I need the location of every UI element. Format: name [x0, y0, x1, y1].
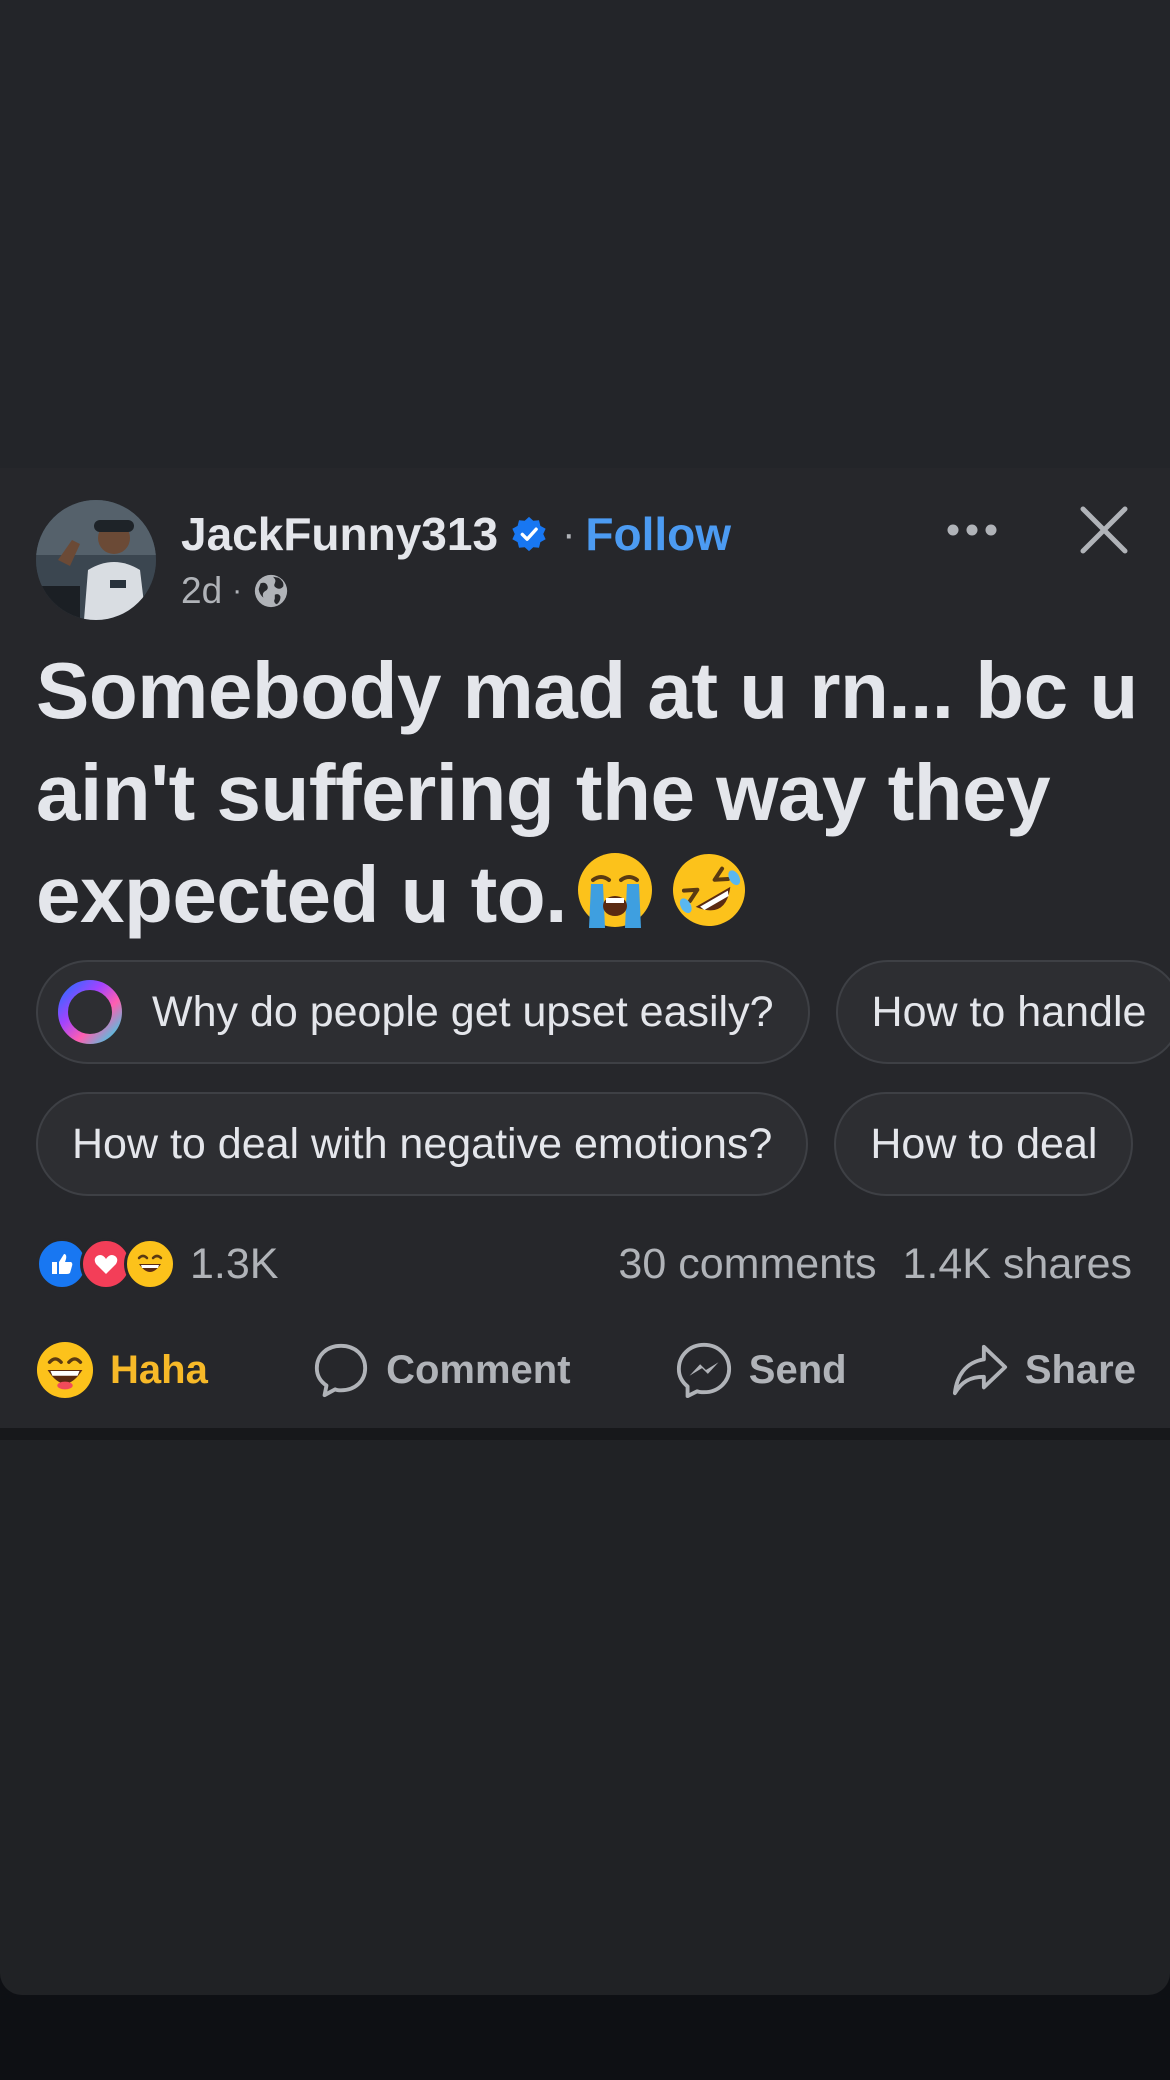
share-button[interactable]: Share — [951, 1341, 1136, 1399]
suggestion-chip[interactable]: How to deal with negative emotions? — [36, 1092, 809, 1196]
backdrop-bottom — [0, 1440, 1170, 1995]
meta-ai-icon — [58, 980, 122, 1044]
suggestion-row-2: How to deal with negative emotions? How … — [36, 1092, 1134, 1198]
action-bar: Haha Comment Send Share — [36, 1330, 1136, 1410]
shares-count[interactable]: 1.4K shares — [903, 1240, 1132, 1289]
post-time[interactable]: 2d — [181, 570, 222, 612]
author-name[interactable]: JackFunny313 — [181, 507, 498, 561]
send-label: Send — [748, 1347, 847, 1392]
separator: · — [562, 511, 576, 556]
post-divider — [0, 1428, 1170, 1440]
suggestion-label: How to handle — [871, 987, 1147, 1036]
suggestion-label: How to deal with negative emotions? — [72, 1119, 773, 1168]
engagement-counts: 30 comments 1.4K shares — [618, 1236, 1132, 1292]
send-button[interactable]: Send — [675, 1341, 847, 1399]
more-options-button[interactable] — [940, 508, 1004, 552]
share-label: Share — [1024, 1347, 1136, 1392]
messenger-icon — [676, 1342, 731, 1399]
haha-icon — [36, 1341, 94, 1399]
globe-icon[interactable] — [252, 572, 290, 610]
post-meta: 2d · — [181, 566, 290, 616]
close-icon — [1080, 506, 1128, 554]
reactions-summary[interactable]: 1.3K — [36, 1236, 278, 1292]
author-row: JackFunny313 · Follow — [181, 504, 731, 564]
share-icon — [952, 1344, 1007, 1396]
haha-label: Haha — [110, 1347, 208, 1392]
backdrop-top — [0, 0, 1170, 468]
suggestion-chip[interactable]: Why do people get upset easily? — [36, 960, 810, 1064]
meta-separator: · — [232, 574, 243, 607]
loudly-crying-face-icon — [577, 853, 652, 928]
suggestion-chip[interactable]: How to deal — [834, 1092, 1134, 1196]
suggestion-row-1: Why do people get upset easily? How to h… — [36, 960, 1170, 1066]
close-button[interactable] — [1074, 500, 1134, 560]
avatar-photo — [36, 500, 156, 620]
suggestion-label: How to deal — [870, 1119, 1098, 1168]
reaction-count: 1.3K — [190, 1239, 279, 1288]
comment-button[interactable]: Comment — [312, 1341, 571, 1399]
follow-button[interactable]: Follow — [585, 507, 731, 561]
haha-button[interactable]: Haha — [36, 1341, 208, 1399]
ellipsis-icon — [947, 524, 997, 536]
suggestion-label: Why do people get upset easily? — [152, 987, 774, 1036]
verified-badge-icon — [512, 516, 546, 552]
post-emojis — [575, 850, 749, 930]
comments-count[interactable]: 30 comments — [618, 1240, 876, 1289]
comment-icon — [314, 1343, 368, 1398]
avatar[interactable] — [36, 500, 156, 620]
haha-reaction-icon — [124, 1238, 176, 1290]
rolling-on-floor-laughing-icon — [672, 854, 745, 926]
post-text: Somebody mad at u rn... bc u ain't suffe… — [36, 640, 1146, 946]
comment-label: Comment — [386, 1347, 571, 1392]
suggestion-chip[interactable]: How to handle — [835, 960, 1170, 1064]
